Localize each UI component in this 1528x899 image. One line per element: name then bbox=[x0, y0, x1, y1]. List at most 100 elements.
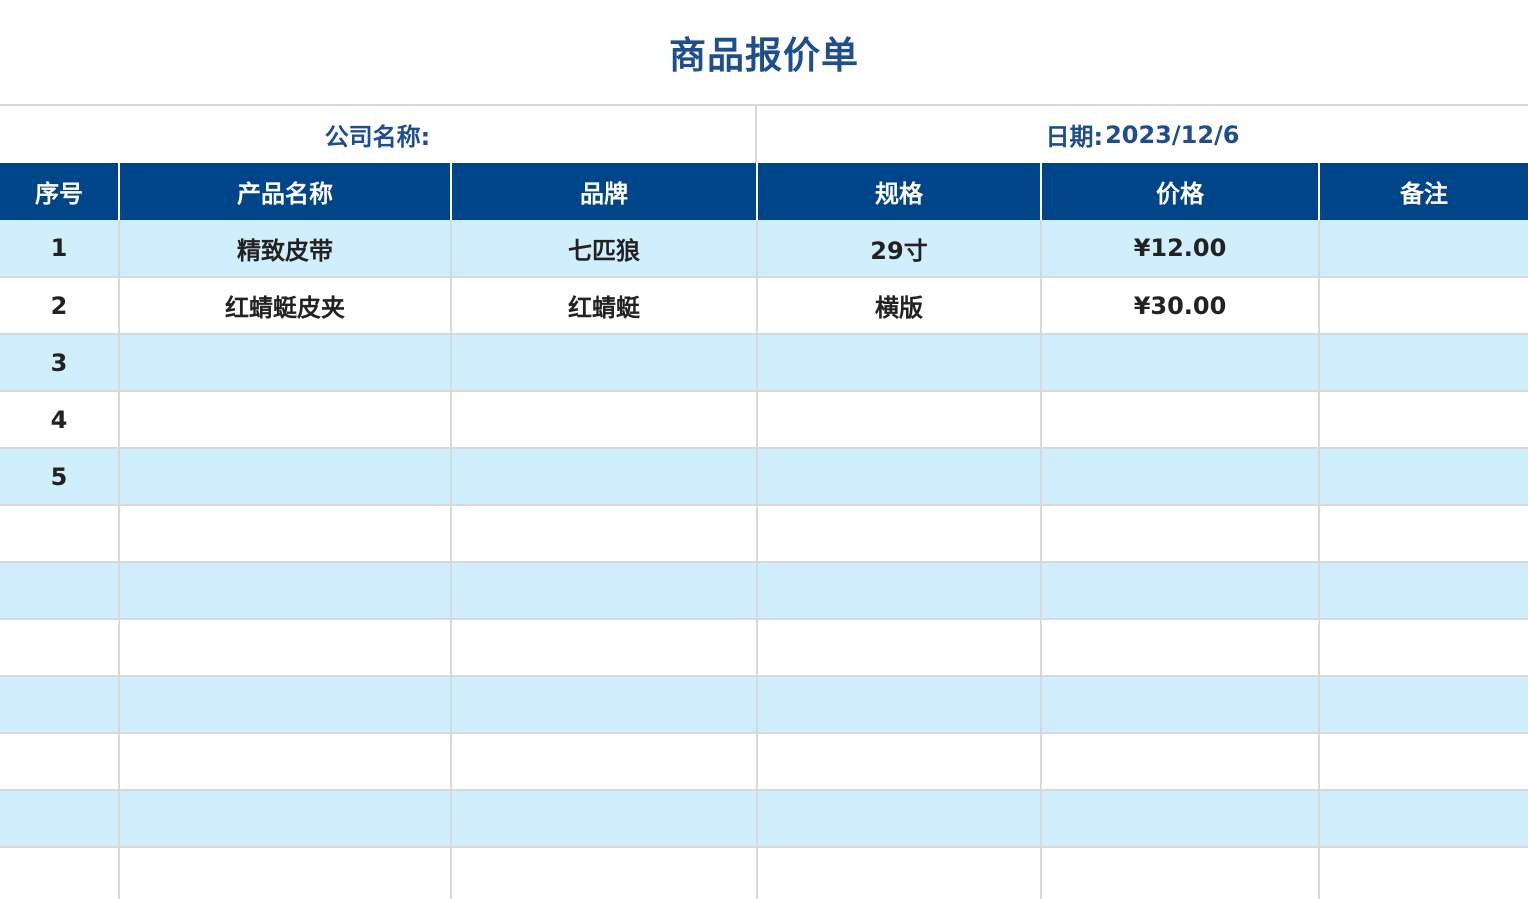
cell-spec[interactable] bbox=[756, 676, 1041, 734]
cell-spec[interactable] bbox=[756, 847, 1041, 899]
table-row: 1 精致皮带 七匹狼 29寸 ¥12.00 bbox=[0, 220, 1528, 278]
cell-price[interactable] bbox=[1040, 334, 1319, 392]
table-row: 2 红蜻蜓皮夹 红蜻蜓 横版 ¥30.00 bbox=[0, 277, 1528, 335]
cell-remark[interactable] bbox=[1318, 619, 1528, 677]
cell-remark[interactable] bbox=[1318, 847, 1528, 899]
header-price[interactable]: 价格 bbox=[1040, 163, 1319, 220]
cell-remark[interactable] bbox=[1318, 790, 1528, 848]
cell-index[interactable]: 3 bbox=[0, 334, 119, 392]
cell-product-name[interactable] bbox=[118, 619, 451, 677]
cell-brand[interactable] bbox=[450, 334, 757, 392]
header-spec[interactable]: 规格 bbox=[756, 163, 1041, 220]
cell-price[interactable] bbox=[1040, 676, 1319, 734]
table-header-row: 序号 产品名称 品牌 规格 价格 备注 bbox=[0, 163, 1528, 220]
cell-product-name[interactable] bbox=[118, 505, 451, 563]
cell-brand[interactable] bbox=[450, 562, 757, 620]
cell-spec[interactable] bbox=[756, 391, 1041, 449]
company-name-cell[interactable]: 公司名称: bbox=[0, 106, 757, 163]
cell-index[interactable] bbox=[0, 562, 119, 620]
info-row: 公司名称: 日期: 2023/12/6 bbox=[0, 106, 1528, 163]
cell-price[interactable] bbox=[1040, 505, 1319, 563]
date-value: 2023/12/6 bbox=[1105, 120, 1240, 149]
cell-spec[interactable] bbox=[756, 505, 1041, 563]
header-product-name[interactable]: 产品名称 bbox=[118, 163, 451, 220]
cell-remark[interactable] bbox=[1318, 562, 1528, 620]
cell-brand[interactable] bbox=[450, 448, 757, 506]
cell-spec[interactable] bbox=[756, 334, 1041, 392]
table-row: 4 bbox=[0, 391, 1528, 449]
cell-spec[interactable] bbox=[756, 619, 1041, 677]
cell-product-name[interactable] bbox=[118, 391, 451, 449]
cell-price[interactable] bbox=[1040, 619, 1319, 677]
header-brand[interactable]: 品牌 bbox=[450, 163, 757, 220]
cell-brand[interactable] bbox=[450, 676, 757, 734]
cell-price[interactable] bbox=[1040, 733, 1319, 791]
cell-index[interactable] bbox=[0, 790, 119, 848]
cell-brand[interactable] bbox=[450, 733, 757, 791]
cell-product-name[interactable] bbox=[118, 676, 451, 734]
cell-remark[interactable] bbox=[1318, 220, 1528, 278]
cell-remark[interactable] bbox=[1318, 733, 1528, 791]
cell-product-name[interactable] bbox=[118, 790, 451, 848]
cell-brand[interactable] bbox=[450, 391, 757, 449]
cell-index[interactable] bbox=[0, 505, 119, 563]
cell-price[interactable] bbox=[1040, 790, 1319, 848]
date-cell[interactable]: 日期: 2023/12/6 bbox=[757, 106, 1528, 163]
cell-product-name[interactable] bbox=[118, 334, 451, 392]
cell-remark[interactable] bbox=[1318, 448, 1528, 506]
cell-remark[interactable] bbox=[1318, 334, 1528, 392]
cell-brand[interactable] bbox=[450, 505, 757, 563]
table-row bbox=[0, 733, 1528, 791]
cell-spec[interactable] bbox=[756, 448, 1041, 506]
table-row bbox=[0, 619, 1528, 677]
cell-remark[interactable] bbox=[1318, 676, 1528, 734]
product-table: 序号 产品名称 品牌 规格 价格 备注 1 精致皮带 七匹狼 29寸 ¥12.00 2 红蜻… bbox=[0, 163, 1528, 899]
company-name-label: 公司名称: bbox=[324, 123, 431, 151]
cell-price[interactable]: ¥12.00 bbox=[1040, 220, 1319, 278]
cell-index[interactable]: 1 bbox=[0, 220, 119, 278]
table-row: 3 bbox=[0, 334, 1528, 392]
cell-product-name[interactable]: 红蜻蜓皮夹 bbox=[118, 277, 451, 335]
cell-price[interactable] bbox=[1040, 391, 1319, 449]
cell-remark[interactable] bbox=[1318, 277, 1528, 335]
cell-spec[interactable]: 横版 bbox=[756, 277, 1041, 335]
cell-product-name[interactable]: 精致皮带 bbox=[118, 220, 451, 278]
cell-index[interactable]: 2 bbox=[0, 277, 119, 335]
table-row: 5 bbox=[0, 448, 1528, 506]
table-row bbox=[0, 562, 1528, 620]
header-index[interactable]: 序号 bbox=[0, 163, 119, 220]
cell-index[interactable] bbox=[0, 676, 119, 734]
cell-spec[interactable] bbox=[756, 790, 1041, 848]
cell-brand[interactable] bbox=[450, 790, 757, 848]
cell-index[interactable] bbox=[0, 619, 119, 677]
table-row bbox=[0, 505, 1528, 563]
table-row bbox=[0, 676, 1528, 734]
cell-price[interactable]: ¥30.00 bbox=[1040, 277, 1319, 335]
cell-price[interactable] bbox=[1040, 448, 1319, 506]
cell-price[interactable] bbox=[1040, 562, 1319, 620]
cell-index[interactable]: 5 bbox=[0, 448, 119, 506]
cell-spec[interactable] bbox=[756, 733, 1041, 791]
table-body: 1 精致皮带 七匹狼 29寸 ¥12.00 2 红蜻蜓皮夹 红蜻蜓 横版 ¥30.00 3 4 5 bbox=[0, 220, 1528, 899]
cell-price[interactable] bbox=[1040, 847, 1319, 899]
cell-index[interactable] bbox=[0, 733, 119, 791]
cell-brand[interactable] bbox=[450, 847, 757, 899]
cell-product-name[interactable] bbox=[118, 448, 451, 506]
cell-product-name[interactable] bbox=[118, 562, 451, 620]
cell-remark[interactable] bbox=[1318, 505, 1528, 563]
cell-brand[interactable]: 七匹狼 bbox=[450, 220, 757, 278]
title-row: 商品报价单 bbox=[0, 0, 1528, 106]
cell-index[interactable]: 4 bbox=[0, 391, 119, 449]
cell-brand[interactable] bbox=[450, 619, 757, 677]
cell-product-name[interactable] bbox=[118, 847, 451, 899]
cell-spec[interactable] bbox=[756, 562, 1041, 620]
cell-product-name[interactable] bbox=[118, 733, 451, 791]
cell-index[interactable] bbox=[0, 847, 119, 899]
cell-remark[interactable] bbox=[1318, 391, 1528, 449]
cell-spec[interactable]: 29寸 bbox=[756, 220, 1041, 278]
cell-brand[interactable]: 红蜻蜓 bbox=[450, 277, 757, 335]
date-label: 日期: bbox=[1045, 123, 1104, 151]
header-remark[interactable]: 备注 bbox=[1318, 163, 1528, 220]
table-row bbox=[0, 790, 1528, 848]
quotation-sheet: 商品报价单 公司名称: 日期: 2023/12/6 序号 产品名称 品牌 规格 … bbox=[0, 0, 1528, 899]
